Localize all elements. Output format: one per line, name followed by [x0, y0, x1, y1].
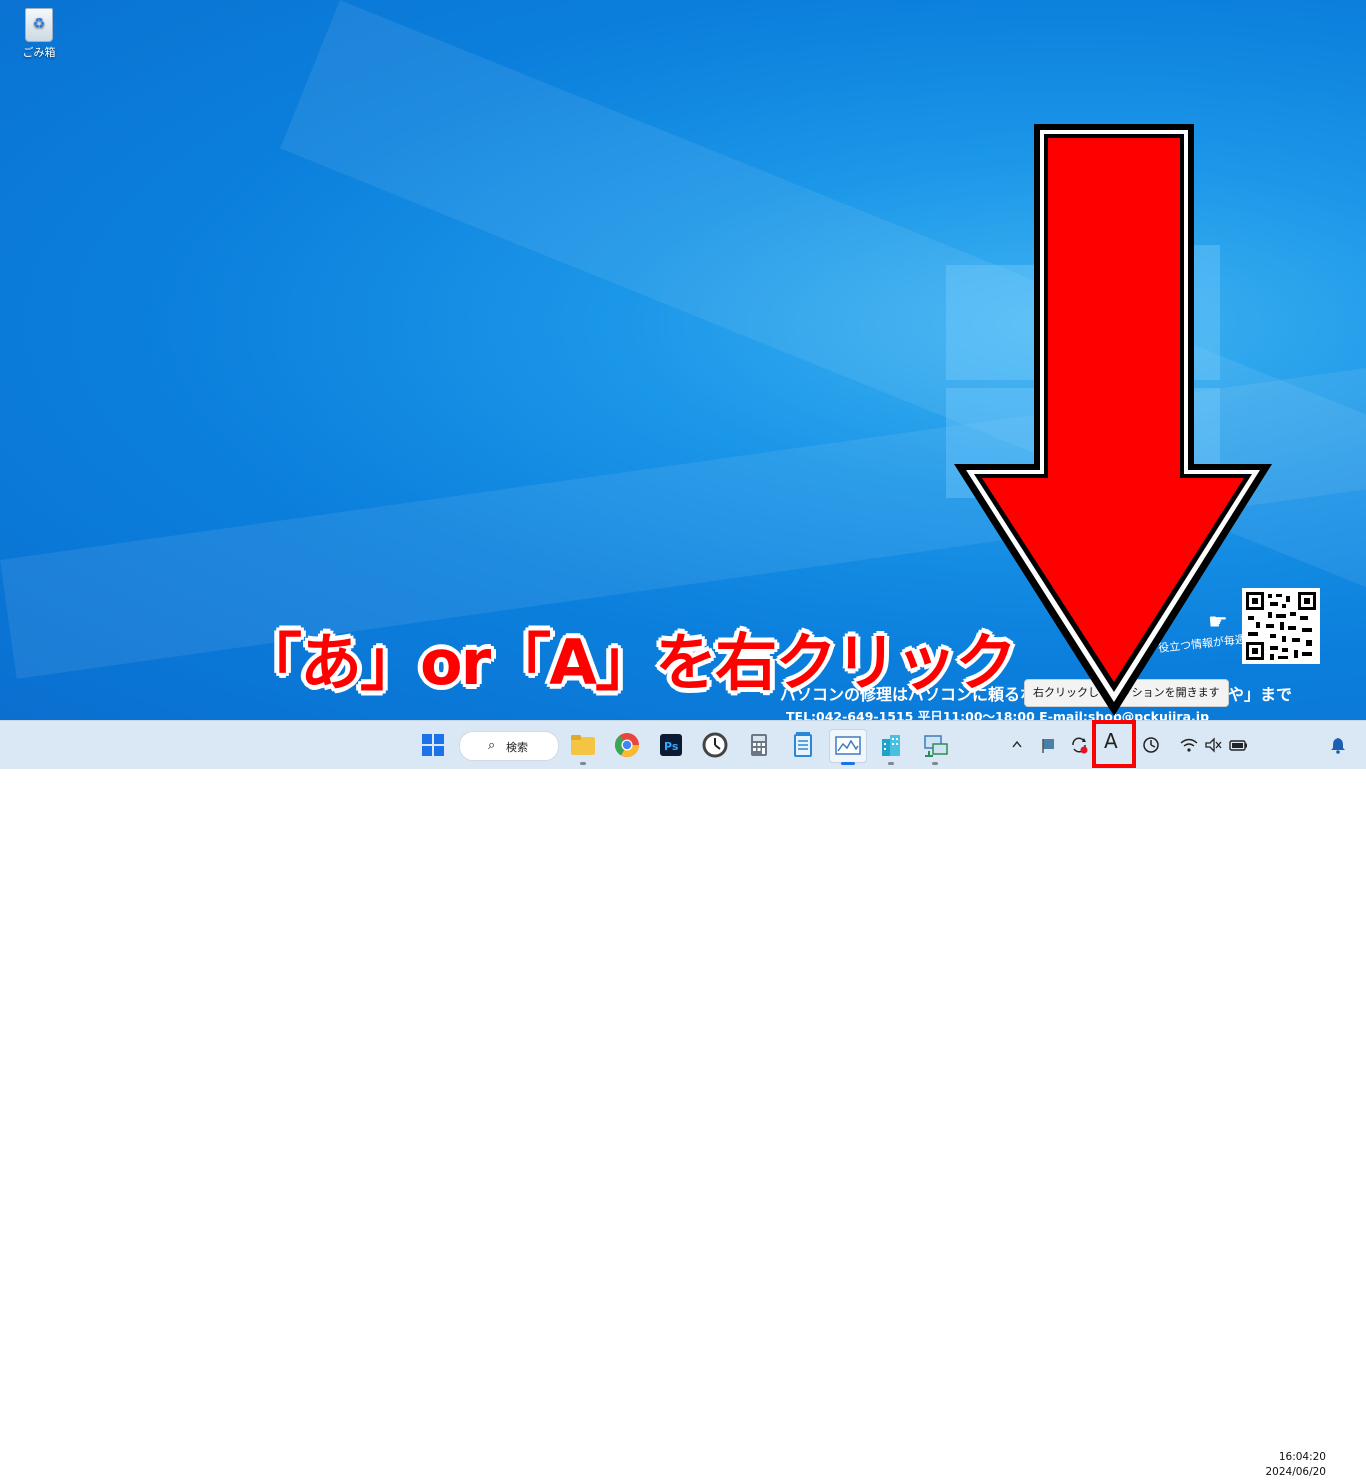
building-app-icon[interactable]	[875, 729, 907, 761]
timer-icon[interactable]	[1140, 733, 1162, 757]
running-indicator	[888, 762, 894, 765]
wifi-icon[interactable]	[1178, 733, 1200, 757]
calculator-icon[interactable]	[743, 729, 775, 761]
file-explorer-icon[interactable]	[567, 729, 599, 761]
instruction-caption: 「あ」or「A」を右クリック	[238, 625, 1018, 701]
svg-text:Ps: Ps	[664, 740, 679, 753]
taskbar-clock[interactable]: 16:04:20 2024/06/20	[1256, 1450, 1326, 1480]
running-indicator	[580, 762, 586, 765]
search-label: 検索	[506, 741, 528, 754]
network-app-icon[interactable]	[919, 729, 951, 761]
resource-monitor-icon[interactable]	[829, 729, 867, 763]
clock-time: 16:04:20	[1278, 1451, 1326, 1463]
taskbar: ⌕ 検索 Ps 16:04:20 2024/06/20	[0, 720, 1366, 1478]
notepad-icon[interactable]	[787, 729, 819, 761]
notification-bell-icon[interactable]	[1328, 733, 1348, 757]
running-indicator	[932, 762, 938, 765]
recycle-bin-icon: ♻	[25, 8, 53, 42]
ime-mode-indicator[interactable]: A	[1104, 729, 1118, 753]
chrome-icon[interactable]	[611, 729, 643, 761]
active-indicator	[841, 762, 855, 765]
down-arrow-annotation	[954, 124, 1272, 716]
sync-icon[interactable]	[1068, 733, 1090, 757]
start-button[interactable]	[417, 729, 449, 761]
recycle-bin[interactable]: ♻ ごみ箱	[14, 6, 64, 60]
flag-icon[interactable]	[1038, 733, 1058, 757]
battery-icon[interactable]	[1227, 733, 1249, 757]
clock-app-icon[interactable]	[699, 729, 731, 761]
recycle-bin-label: ごみ箱	[22, 46, 56, 59]
search-icon: ⌕	[488, 738, 496, 753]
speaker-muted-icon[interactable]	[1202, 733, 1224, 757]
chevron-up-icon[interactable]	[1008, 733, 1026, 757]
photoshop-icon[interactable]: Ps	[655, 729, 687, 761]
desktop[interactable]: ♻ ごみ箱 ☛ 役立つ情報が毎週更新! パソコンの修理はパソコンに頼るなら「パソ…	[0, 0, 1366, 720]
clock-date: 2024/06/20	[1265, 1466, 1326, 1478]
search-box[interactable]: ⌕ 検索	[459, 731, 559, 761]
